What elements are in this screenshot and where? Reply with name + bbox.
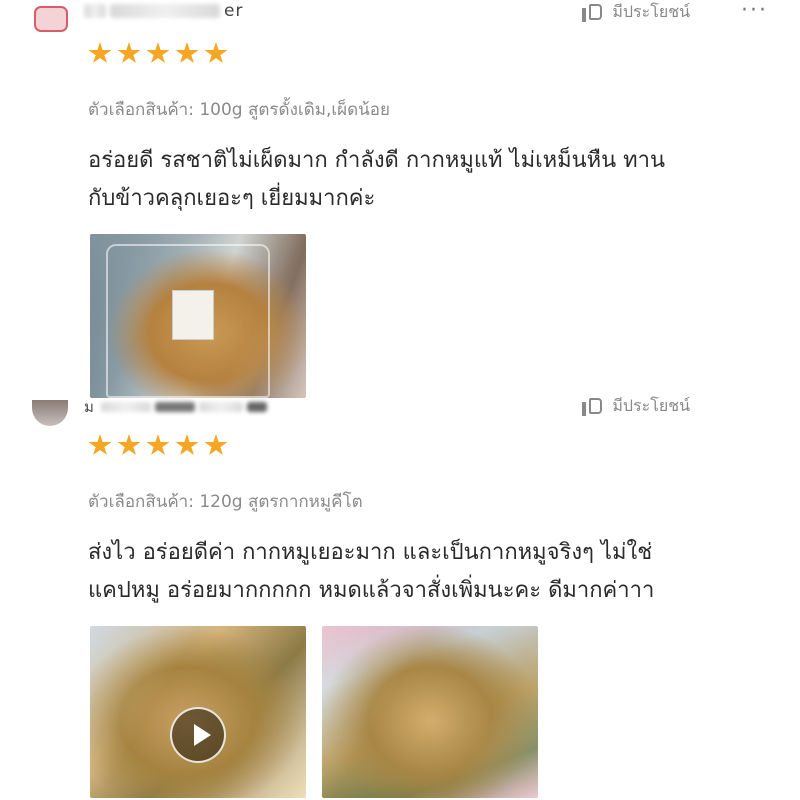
product-variation: ตัวเลือกสินค้า: 100g สูตรดั้งเดิม,เผ็ดน้… [88,100,390,120]
star-icon [175,42,199,63]
star-icon [88,42,112,63]
masked-name-part [84,4,106,18]
star-icon [88,434,112,455]
star-icon [175,434,199,455]
star-icon [204,434,228,455]
comment-line: อร่อยดี รสชาติไม่เผ็ดมาก กำลังดี กากหมูแ… [88,148,666,173]
masked-name-part [154,402,195,412]
comment-line: กับข้าวคลุกเยอะๆ เยี่ยมมากค่ะ [88,186,376,211]
masked-name-part [110,4,220,18]
star-icon [146,434,170,455]
star-icon [117,42,141,63]
review-comment: ส่งไว อร่อยดีค่า กากหมูเยอะมาก และเป็นกา… [88,534,778,610]
play-icon[interactable] [170,707,226,763]
more-dots-icon[interactable]: ··· [741,0,768,23]
comment-line: ส่งไว อร่อยดีค่า กากหมูเยอะมาก และเป็นกา… [88,540,653,565]
review-photo[interactable] [322,626,538,798]
comment-line: แคปหมู อร่อยมากกกกก หมดแล้วจาสั่งเพิ่มนะ… [88,578,655,603]
review-item: er มีประโยชน์ ··· ตัวเลือกสินค้า: 100g ส… [0,0,800,398]
star-rating [88,42,228,65]
reviewer-username: ม [84,398,271,416]
masked-name-part [100,402,151,412]
helpful-button[interactable]: มีประโยชน์ [582,394,690,419]
helpful-label: มีประโยชน์ [612,396,690,415]
review-comment: อร่อยดี รสชาติไม่เผ็ดมาก กำลังดี กากหมูแ… [88,142,778,218]
reviewer-username: er [84,0,243,22]
review-item: ม มีประโยชน์ ตัวเลือกสินค้า: 120g สูตรกา… [0,396,800,800]
helpful-label: มีประโยชน์ [612,2,690,21]
star-icon [204,42,228,63]
masked-name-part [198,402,243,412]
star-icon [146,42,170,63]
review-video-thumbnail[interactable] [90,626,306,798]
thumbs-up-icon [582,3,604,22]
star-rating [88,434,228,457]
reviewer-avatar[interactable] [32,400,68,426]
review-photo[interactable] [90,234,306,398]
reviewer-avatar[interactable] [34,6,68,32]
thumbs-up-icon [582,397,604,416]
helpful-button[interactable]: มีประโยชน์ [582,0,690,25]
star-icon [117,434,141,455]
masked-name-part [246,402,267,412]
product-variation: ตัวเลือกสินค้า: 120g สูตรกากหมูคีโต [88,492,363,512]
